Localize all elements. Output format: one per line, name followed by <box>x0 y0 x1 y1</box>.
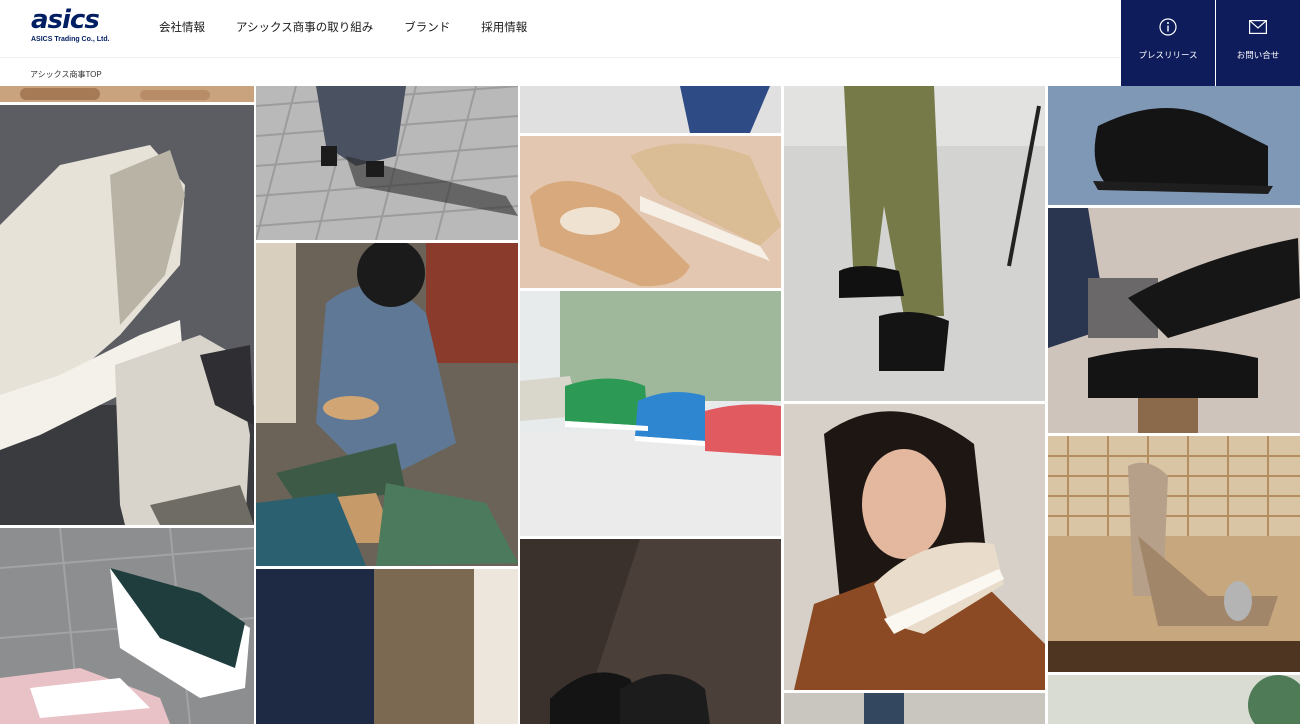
logo-company-name: ASICS Trading Co., Ltd. <box>31 36 110 43</box>
photo-denim-top[interactable] <box>520 86 781 133</box>
press-release-button[interactable]: プレスリリース <box>1121 0 1215 86</box>
photo-khaki-oxfords[interactable] <box>784 86 1045 401</box>
breadcrumb-bar: アシックス商事TOP <box>0 62 1120 86</box>
photo-trousers-shoes[interactable] <box>256 569 518 724</box>
photo-black-strap-shoe[interactable] <box>1048 86 1300 205</box>
logo-wordmark: asics <box>31 5 100 35</box>
photo-paving-walkers[interactable] <box>256 86 518 240</box>
photo-ballet-flats-wicker[interactable] <box>1048 436 1300 672</box>
photo-sandal-strip[interactable] <box>0 86 254 102</box>
photo-green-corner[interactable] <box>1048 675 1300 724</box>
nav-item-brands[interactable]: ブランド <box>404 19 450 35</box>
contact-label: お問い合せ <box>1236 50 1280 60</box>
photo-kids-sneakers-window[interactable] <box>520 291 781 536</box>
photo-beige-slipons[interactable] <box>520 136 781 288</box>
nav-item-careers[interactable]: 採用情報 <box>481 19 527 35</box>
photo-black-loafers[interactable] <box>520 539 781 724</box>
info-icon <box>1158 17 1178 37</box>
contact-button[interactable]: お問い合せ <box>1216 0 1300 86</box>
nav-item-company[interactable]: 会社情報 <box>159 19 205 35</box>
photo-craftsman-lasts[interactable] <box>256 243 518 566</box>
utility-divider <box>1215 0 1216 86</box>
breadcrumb[interactable]: アシックス商事TOP <box>30 69 102 80</box>
asics-logo[interactable]: asics ASICS Trading Co., Ltd. <box>30 6 110 46</box>
photo-kids-sneakers-floor[interactable] <box>0 528 254 724</box>
global-nav: 会社情報 アシックス商事の取り組み ブランド 採用情報 <box>159 0 558 54</box>
nav-item-initiatives[interactable]: アシックス商事の取り組み <box>236 19 373 35</box>
site-header: asics ASICS Trading Co., Ltd. 会社情報 アシックス… <box>0 0 1120 58</box>
mail-icon <box>1248 17 1268 37</box>
photo-bottom-strip[interactable] <box>784 693 1045 724</box>
press-release-label: プレスリリース <box>1138 50 1198 60</box>
photo-white-grey-sneakers[interactable] <box>0 105 254 525</box>
photo-black-oxfords-chair[interactable] <box>1048 208 1300 433</box>
photo-woman-holding-shoe[interactable] <box>784 404 1045 690</box>
